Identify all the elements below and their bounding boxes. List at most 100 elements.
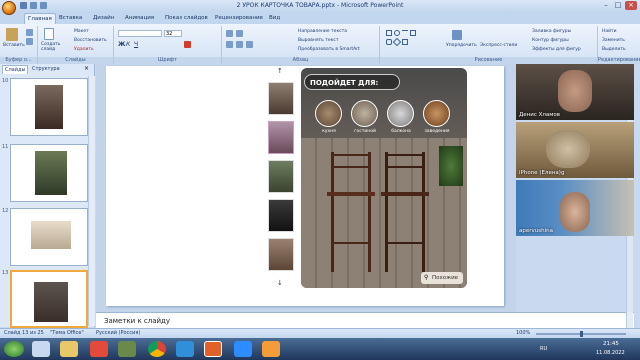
replace-button[interactable]: Заменить (602, 38, 625, 43)
language-indicator[interactable]: Русский (Россия) (96, 330, 140, 336)
app-icon[interactable] (262, 341, 280, 357)
taskbar: RU 21:45 11.08.2022 (0, 338, 640, 360)
zoom-level[interactable]: 100% (516, 330, 530, 336)
font-color-icon[interactable] (184, 41, 191, 48)
copy-icon[interactable] (26, 38, 33, 45)
paste-button[interactable]: Вставить (3, 43, 25, 48)
shape-effects-button[interactable]: Эффекты для фигур (532, 47, 581, 52)
paste-icon[interactable] (6, 28, 18, 41)
find-button[interactable]: Найти (602, 29, 617, 34)
category-label: балкона (391, 129, 411, 134)
align-right-icon[interactable] (246, 41, 253, 48)
start-button[interactable] (4, 341, 24, 357)
video-tile: Денис Хламов (516, 64, 634, 120)
reset-button[interactable]: Восстановить (74, 38, 107, 43)
select-button[interactable]: Выделить (602, 47, 626, 52)
chrome-icon[interactable] (148, 341, 166, 357)
minimize-icon[interactable]: – (600, 1, 612, 10)
similar-badge[interactable]: ⚲ Похожие (421, 272, 463, 284)
category-label: гостиной (354, 129, 376, 134)
shape-outline-button[interactable]: Контур фигуры (532, 38, 569, 43)
slide-number: 13 (2, 270, 9, 276)
paragraph-group: Направление текста Выровнять текст Преоб… (222, 26, 380, 64)
tab-slides[interactable]: Слайды (2, 65, 29, 74)
theme-name: "Тема Office" (50, 330, 84, 336)
app-icon[interactable] (118, 341, 136, 357)
rectangle-shape-icon[interactable] (386, 30, 392, 36)
product-thumb (268, 121, 294, 154)
title-bar: 2 УРОК КАРТОЧКА ТОВАРА.pptx - Microsoft … (0, 0, 640, 15)
edge-icon[interactable] (176, 341, 194, 357)
ribbon-tabs: Главная Вставка Дизайн Анимация Показ сл… (0, 12, 640, 24)
bold-button[interactable]: Ж (118, 41, 125, 48)
close-icon[interactable]: × (625, 1, 637, 10)
rounded-shape-icon[interactable] (386, 39, 392, 45)
paragraph-label: Абзац (222, 57, 379, 64)
yandex-icon[interactable] (90, 341, 108, 357)
layout-button[interactable]: Макет (74, 29, 89, 34)
category-label: заведения (424, 129, 450, 134)
panel-scrollbar[interactable] (88, 76, 95, 326)
drawing-group: Упорядочить Экспресс-стили Заливка фигур… (380, 26, 598, 64)
textbox-shape-icon[interactable] (410, 30, 416, 36)
zoom-slider-handle[interactable] (580, 331, 583, 337)
font-size-combo[interactable]: 32 (164, 30, 182, 37)
underline-button[interactable]: Ч (134, 41, 138, 48)
diamond-shape-icon[interactable] (392, 37, 402, 47)
oval-shape-icon[interactable] (394, 30, 400, 36)
notes-scrollbar[interactable] (626, 312, 633, 328)
arrange-icon[interactable] (452, 30, 462, 40)
office-button[interactable] (2, 1, 16, 15)
maximize-icon[interactable]: □ (612, 1, 624, 10)
slide-thumbnail-selected[interactable] (10, 270, 88, 328)
folder-icon[interactable] (60, 341, 78, 357)
slide-thumbnail[interactable] (10, 144, 88, 202)
close-panel-icon[interactable]: × (84, 65, 89, 72)
slide-number: 11 (2, 144, 9, 150)
tab-insert[interactable]: Вставка (56, 13, 85, 24)
quick-styles-button[interactable]: Экспресс-стили (480, 43, 517, 48)
product-thumb (268, 82, 294, 115)
font-name-combo[interactable] (118, 30, 162, 37)
delete-button[interactable]: Удалить (74, 47, 94, 52)
shape-fill-button[interactable]: Заливка фигуры (532, 29, 571, 34)
font-group: 32 Ж К Ч Шрифт (114, 26, 222, 64)
slide-thumbnail[interactable] (10, 208, 88, 266)
new-slide-button[interactable]: Создать слайд (41, 42, 63, 52)
keyboard-language[interactable]: RU (540, 346, 547, 352)
align-left-icon[interactable] (226, 41, 233, 48)
participant-name: Денис Хламов (519, 112, 561, 118)
restaurant-image (423, 100, 450, 127)
align-center-icon[interactable] (236, 41, 243, 48)
smartart-button[interactable]: Преобразовать в SmartArt (298, 47, 360, 52)
tab-design[interactable]: Дизайн (90, 13, 117, 24)
zoom-app-icon[interactable] (234, 341, 252, 357)
italic-button[interactable]: К (126, 41, 130, 48)
arrow-shape-icon[interactable] (402, 39, 408, 45)
product-card[interactable]: ПОДОЙДЕТ ДЛЯ: кухня гостиной балкона зав… (301, 68, 467, 288)
window-title: 2 УРОК КАРТОЧКА ТОВАРА.pptx - Microsoft … (236, 2, 404, 9)
tab-review[interactable]: Рецензирование (212, 13, 266, 24)
powerpoint-icon[interactable] (204, 341, 222, 357)
tab-home[interactable]: Главная (24, 13, 56, 24)
notes-pane[interactable]: Заметки к слайду (96, 312, 634, 328)
explorer-icon[interactable] (32, 341, 50, 357)
slides-group: Создать слайд Макет Восстановить Удалить… (38, 26, 114, 64)
arrange-button[interactable]: Упорядочить (446, 43, 477, 48)
new-slide-icon[interactable] (44, 28, 54, 40)
tab-animation[interactable]: Анимация (122, 13, 157, 24)
tab-view[interactable]: Вид (266, 13, 283, 24)
align-text-button[interactable]: Выровнять текст (298, 38, 338, 43)
text-direction-button[interactable]: Направление текста (298, 29, 347, 34)
drawing-label: Рисование (380, 57, 597, 64)
line-shape-icon[interactable] (402, 30, 408, 36)
numbering-icon[interactable] (236, 30, 243, 37)
participant-name: iPhone (Елена)g (519, 170, 565, 176)
slide-thumbnail[interactable] (10, 78, 88, 136)
clipboard-group: Вставить Буфер о... (0, 26, 38, 64)
video-tile: apervushina (516, 180, 634, 236)
tab-slideshow[interactable]: Показ слайдов (162, 13, 211, 24)
bullets-icon[interactable] (226, 30, 233, 37)
cut-icon[interactable] (26, 29, 33, 36)
tab-outline[interactable]: Структура (30, 65, 62, 74)
